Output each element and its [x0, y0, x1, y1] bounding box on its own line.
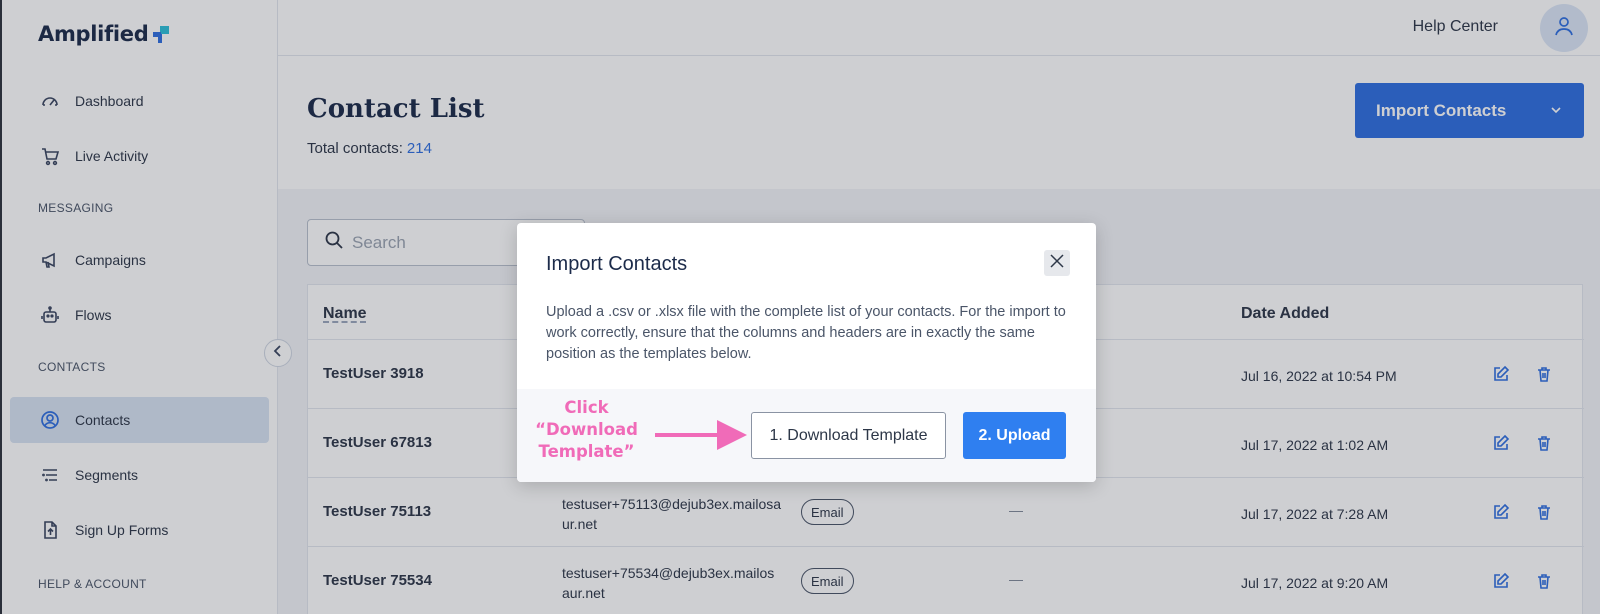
modal-footer: Click “Download Template” 1. Download Te… — [517, 389, 1096, 482]
arrow-right-icon — [655, 417, 747, 458]
tutorial-annotation: Click “Download Template” — [535, 398, 638, 461]
close-icon — [1050, 253, 1064, 273]
upload-button[interactable]: 2. Upload — [963, 412, 1066, 459]
window-edge — [0, 0, 2, 614]
modal-description: Upload a .csv or .xlsx file with the com… — [546, 304, 1066, 362]
modal-title: Import Contacts — [546, 253, 688, 275]
download-template-button[interactable]: 1. Download Template — [751, 412, 946, 459]
import-contacts-modal: Import Contacts Upload a .csv or .xlsx f… — [517, 223, 1096, 482]
close-button[interactable] — [1044, 250, 1070, 276]
